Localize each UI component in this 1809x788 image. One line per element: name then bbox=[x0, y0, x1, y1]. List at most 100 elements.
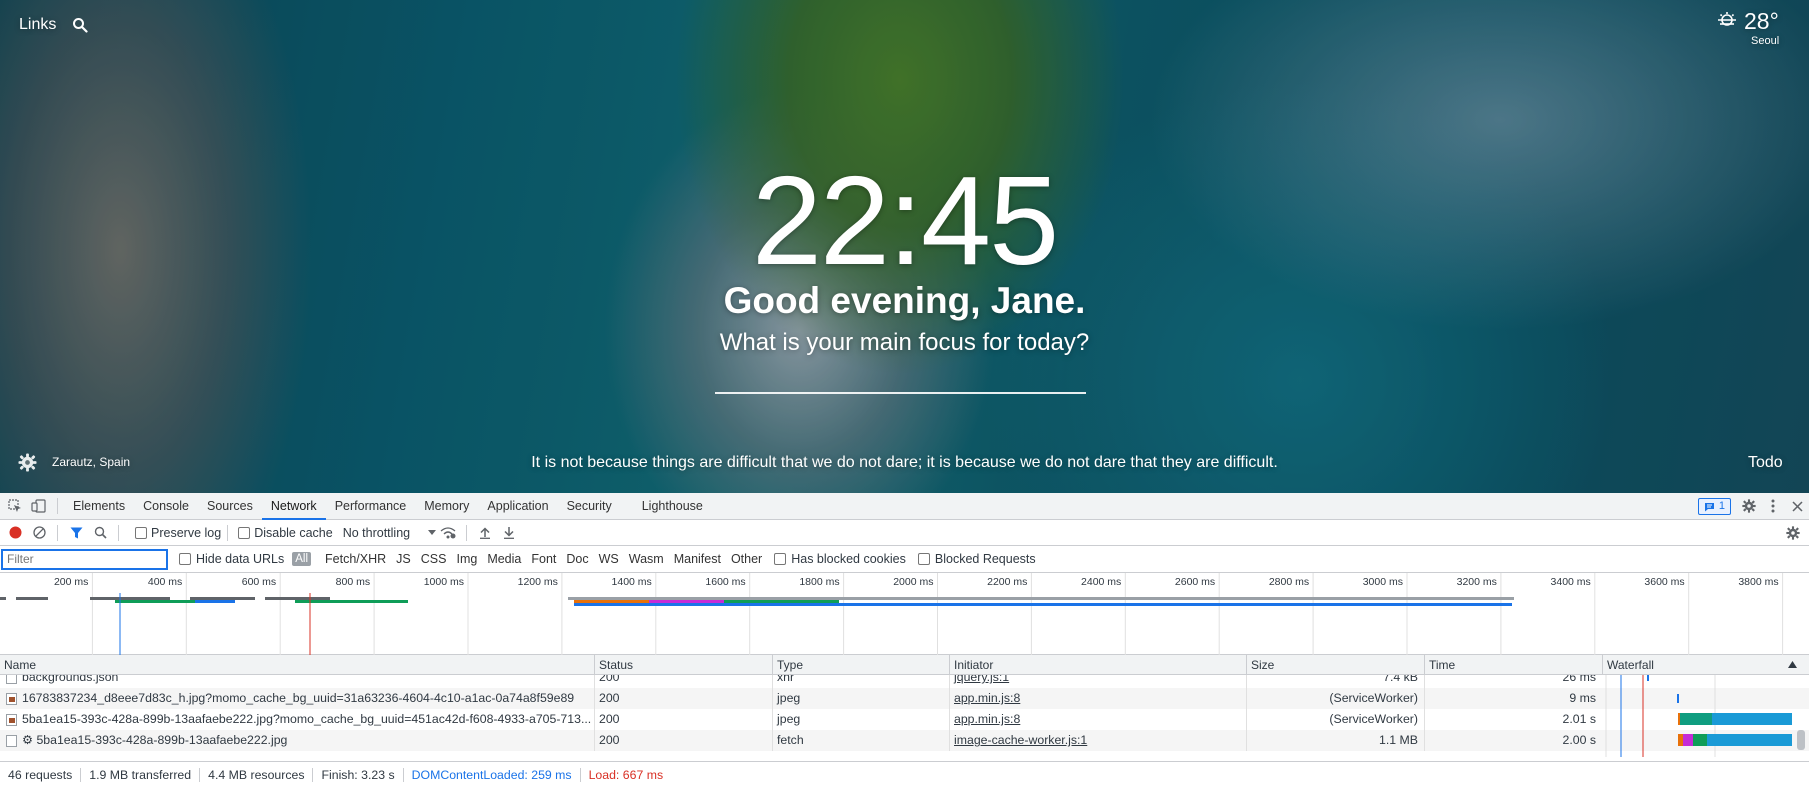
disable-cache-label: Disable cache bbox=[254, 525, 333, 540]
disable-cache-checkbox[interactable]: Disable cache bbox=[238, 526, 333, 540]
waterfall-bar bbox=[1680, 713, 1712, 725]
waterfall-bar bbox=[1647, 675, 1649, 681]
type-filter-all[interactable]: All bbox=[292, 552, 312, 566]
overview-chart[interactable]: 200 ms 400 ms 600 ms 800 ms 1000 ms 1200 ms 14… bbox=[0, 573, 1809, 655]
hide-data-urls-box[interactable] bbox=[179, 553, 191, 565]
filter-input[interactable] bbox=[1, 548, 168, 570]
search-icon[interactable] bbox=[72, 17, 88, 33]
type-filter-other[interactable]: Other bbox=[731, 552, 762, 566]
type-filter-ws[interactable]: WS bbox=[599, 552, 619, 566]
waterfall-bar bbox=[1712, 713, 1792, 725]
column-header-initiator[interactable]: Initiator bbox=[949, 655, 1246, 675]
record-icon[interactable] bbox=[3, 521, 27, 545]
has-blocked-cookies-label: Has blocked cookies bbox=[791, 552, 906, 566]
overview-tick-label: 600 ms bbox=[242, 576, 276, 588]
tab-performance[interactable]: Performance bbox=[326, 493, 416, 520]
table-row[interactable]: backgrounds.json 200 xhr jquery.js:1 7.4… bbox=[0, 675, 1809, 688]
network-settings-gear-icon[interactable] bbox=[1781, 521, 1805, 545]
load-time: Load: 667 ms bbox=[588, 768, 664, 782]
request-time: 9 ms bbox=[1424, 688, 1602, 709]
overview-tick-label: 1200 ms bbox=[518, 576, 558, 588]
inspect-element-icon[interactable] bbox=[3, 494, 27, 518]
overview-request-bars bbox=[0, 597, 1514, 606]
tab-elements[interactable]: Elements bbox=[64, 493, 134, 520]
search-icon[interactable] bbox=[88, 521, 112, 545]
export-har-icon[interactable] bbox=[497, 521, 521, 545]
request-initiator-link[interactable]: app.min.js:8 bbox=[949, 709, 1246, 730]
column-header-name[interactable]: Name bbox=[0, 655, 594, 675]
filter-funnel-icon[interactable] bbox=[64, 521, 88, 545]
has-blocked-cookies-checkbox[interactable]: Has blocked cookies bbox=[774, 552, 906, 566]
network-conditions-icon[interactable] bbox=[436, 521, 460, 545]
devtools-panel: Elements Console Sources Network Perform… bbox=[0, 493, 1809, 788]
table-row[interactable]: 16783837234_d8eee7d83c_h.jpg?momo_cache_… bbox=[0, 688, 1809, 709]
daily-quote[interactable]: It is not because things are difficult t… bbox=[0, 454, 1809, 472]
import-har-icon[interactable] bbox=[473, 521, 497, 545]
table-row[interactable]: 5ba1ea15-393c-428a-899b-13aafaebe222.jpg… bbox=[0, 709, 1809, 730]
waterfall-bar bbox=[1707, 734, 1792, 746]
scrollbar-thumb[interactable] bbox=[1797, 730, 1805, 750]
tab-lighthouse[interactable]: Lighthouse bbox=[633, 493, 712, 520]
type-filter-manifest[interactable]: Manifest bbox=[674, 552, 721, 566]
waterfall-chart[interactable] bbox=[1605, 675, 1795, 757]
greeting[interactable]: Good evening, Jane. bbox=[0, 282, 1809, 319]
request-name[interactable]: backgrounds.json bbox=[0, 675, 594, 688]
type-filter-css[interactable]: CSS bbox=[421, 552, 447, 566]
table-row[interactable]: ⚙ 5ba1ea15-393c-428a-899b-13aafaebe222.j… bbox=[0, 730, 1809, 751]
type-filter-media[interactable]: Media bbox=[487, 552, 521, 566]
messages-badge[interactable]: 1 bbox=[1697, 498, 1731, 515]
column-header-status[interactable]: Status bbox=[594, 655, 772, 675]
tab-memory[interactable]: Memory bbox=[415, 493, 478, 520]
type-filter-fetch-xhr[interactable]: Fetch/XHR bbox=[325, 552, 386, 566]
throttling-value: No throttling bbox=[342, 525, 411, 540]
links-button[interactable]: Links bbox=[19, 16, 56, 34]
disable-cache-box[interactable] bbox=[238, 526, 251, 539]
close-icon[interactable] bbox=[1785, 494, 1809, 518]
focus-input[interactable] bbox=[715, 392, 1086, 394]
network-status-bar: 46 requests 1.9 MB transferred 4.4 MB re… bbox=[0, 761, 1809, 788]
request-name[interactable]: 16783837234_d8eee7d83c_h.jpg?momo_cache_… bbox=[0, 688, 594, 709]
blocked-requests-checkbox[interactable]: Blocked Requests bbox=[917, 552, 1036, 566]
column-header-time[interactable]: Time bbox=[1424, 655, 1602, 675]
tab-sources[interactable]: Sources bbox=[198, 493, 262, 520]
request-initiator-link[interactable]: jquery.js:1 bbox=[949, 675, 1246, 688]
tab-application[interactable]: Application bbox=[478, 493, 557, 520]
message-icon bbox=[1704, 502, 1714, 511]
request-initiator-link[interactable]: image-cache-worker.js:1 bbox=[949, 730, 1246, 751]
preserve-log-box[interactable] bbox=[135, 526, 147, 539]
type-filter-doc[interactable]: Doc bbox=[566, 552, 588, 566]
request-size: 1.1 MB bbox=[1246, 730, 1424, 751]
preserve-log-checkbox[interactable]: Preserve log bbox=[135, 526, 221, 540]
request-name[interactable]: 5ba1ea15-393c-428a-899b-13aafaebe222.jpg… bbox=[0, 709, 594, 730]
type-filter-js[interactable]: JS bbox=[396, 552, 411, 566]
settings-gear-icon[interactable] bbox=[1737, 494, 1761, 518]
request-initiator-link[interactable]: app.min.js:8 bbox=[949, 688, 1246, 709]
network-overview-timeline[interactable]: 200 ms 400 ms 600 ms 800 ms 1000 ms 1200 ms 14… bbox=[0, 573, 1809, 655]
sort-up-icon bbox=[1788, 661, 1797, 668]
clear-icon[interactable] bbox=[27, 521, 51, 545]
clock[interactable]: 22:45 bbox=[0, 158, 1809, 284]
request-time: 2.00 s bbox=[1424, 730, 1602, 751]
has-blocked-cookies-box[interactable] bbox=[774, 553, 787, 565]
more-options-icon[interactable] bbox=[1761, 494, 1785, 518]
request-name[interactable]: ⚙ 5ba1ea15-393c-428a-899b-13aafaebe222.j… bbox=[0, 730, 594, 751]
overview-tick-label: 400 ms bbox=[148, 576, 182, 588]
type-filter-wasm[interactable]: Wasm bbox=[629, 552, 664, 566]
hide-data-urls-checkbox[interactable]: Hide data URLs bbox=[179, 552, 284, 566]
blocked-requests-box[interactable] bbox=[917, 553, 930, 565]
device-toolbar-icon[interactable] bbox=[27, 494, 51, 518]
temperature[interactable]: 28° bbox=[1744, 8, 1779, 35]
type-filter-img[interactable]: Img bbox=[456, 552, 477, 566]
column-header-waterfall[interactable]: Waterfall bbox=[1602, 655, 1809, 675]
tab-security[interactable]: Security bbox=[558, 493, 621, 520]
column-header-size[interactable]: Size bbox=[1246, 655, 1424, 675]
throttling-select[interactable]: No throttling bbox=[342, 525, 437, 540]
tab-console[interactable]: Console bbox=[134, 493, 198, 520]
column-header-type[interactable]: Type bbox=[772, 655, 949, 675]
tab-network[interactable]: Network bbox=[261, 493, 326, 520]
type-filter-font[interactable]: Font bbox=[531, 552, 556, 566]
weather-haze-icon[interactable] bbox=[1716, 11, 1738, 31]
divider bbox=[118, 524, 119, 541]
waterfall-bar bbox=[1678, 734, 1683, 746]
todo-button[interactable]: Todo bbox=[1748, 454, 1783, 472]
